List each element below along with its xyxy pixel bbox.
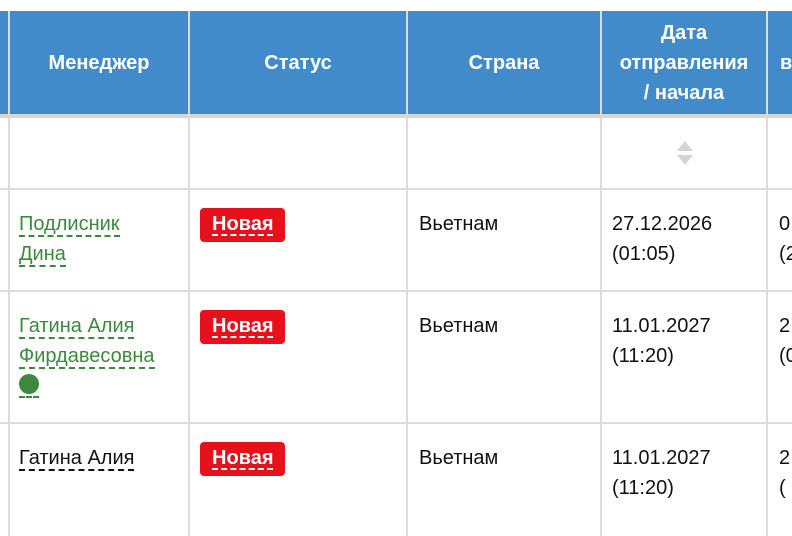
table-row-3-date: 11.01.2027 (11:20): [612, 443, 711, 503]
header-next[interactable]: в: [768, 11, 792, 114]
header-date-line3: / начала: [643, 81, 725, 104]
header-country[interactable]: Страна: [408, 11, 600, 114]
next-value-line1: 2: [779, 315, 791, 337]
table-row-1-country: Вьетнам: [419, 213, 499, 235]
online-status: [19, 374, 39, 398]
time-value: (11:20): [612, 477, 674, 499]
row-divider: [0, 422, 792, 424]
time-value: (01:05): [612, 243, 676, 265]
next-value-line1: 2: [779, 447, 791, 469]
header-cell-leading: [0, 11, 8, 114]
row-divider: [0, 290, 792, 292]
table-row-2-manager[interactable]: Гатина Алия Фирдавесовна: [19, 311, 155, 371]
column-divider: [600, 11, 602, 536]
table-row-1-next: 0 (2: [779, 209, 792, 269]
table-row-3-manager[interactable]: Гатина Алия: [19, 443, 135, 473]
table-top: [0, 0, 792, 11]
header-country-label: Страна: [468, 51, 540, 74]
time-value: (11:20): [612, 345, 674, 367]
table-row-1-date: 27.12.2026 (01:05): [612, 209, 712, 269]
status-badge[interactable]: Новая: [200, 208, 286, 242]
header-date[interactable]: Дата отправления / начала: [602, 11, 766, 114]
table-row-2-next: 2 (0: [779, 311, 792, 371]
row-divider: [0, 188, 792, 190]
orders-table: Менеджер Статус Страна Дата отправления …: [0, 0, 792, 536]
header-date-line2: отправления: [619, 51, 749, 74]
manager-link[interactable]: Гатина Алия: [19, 447, 135, 471]
table-row-2-country: Вьетнам: [419, 315, 499, 337]
sort-icon[interactable]: [676, 140, 694, 166]
status-badge[interactable]: Новая: [200, 310, 286, 344]
header-date-line1: Дата: [660, 21, 708, 44]
header-status-label: Статус: [264, 51, 332, 74]
header-manager[interactable]: Менеджер: [10, 11, 188, 114]
online-dot-icon: [19, 374, 39, 394]
table-row-2-date: 11.01.2027 (11:20): [612, 311, 711, 371]
table-row-1-manager[interactable]: Подлисник Дина: [19, 209, 120, 269]
date-value: 27.12.2026: [612, 213, 713, 235]
header-next-label: в: [780, 51, 792, 74]
table-row-3-next: 2 (: [779, 443, 790, 503]
manager-link[interactable]: Фирдавесовна: [19, 345, 155, 369]
next-value-line2: (: [779, 477, 786, 499]
next-value-line2: (2: [779, 243, 792, 265]
header-divider: [0, 114, 792, 118]
header-status[interactable]: Статус: [190, 11, 406, 114]
column-divider: [766, 11, 768, 536]
header-date-label: Дата отправления / начала: [620, 18, 749, 108]
status-badge[interactable]: Новая: [200, 442, 286, 476]
next-value-line1: 0: [779, 213, 791, 235]
header-manager-label: Менеджер: [48, 51, 150, 74]
date-value: 11.01.2027: [612, 447, 711, 469]
table-row-3-country: Вьетнам: [419, 447, 499, 469]
manager-link[interactable]: Дина: [19, 243, 66, 267]
column-divider: [406, 11, 408, 536]
column-divider: [8, 11, 10, 536]
column-divider: [188, 11, 190, 536]
manager-link[interactable]: Подлисник: [19, 213, 120, 237]
date-value: 11.01.2027: [612, 315, 711, 337]
next-value-line2: (0: [779, 345, 792, 367]
manager-link[interactable]: Гатина Алия: [19, 315, 135, 339]
